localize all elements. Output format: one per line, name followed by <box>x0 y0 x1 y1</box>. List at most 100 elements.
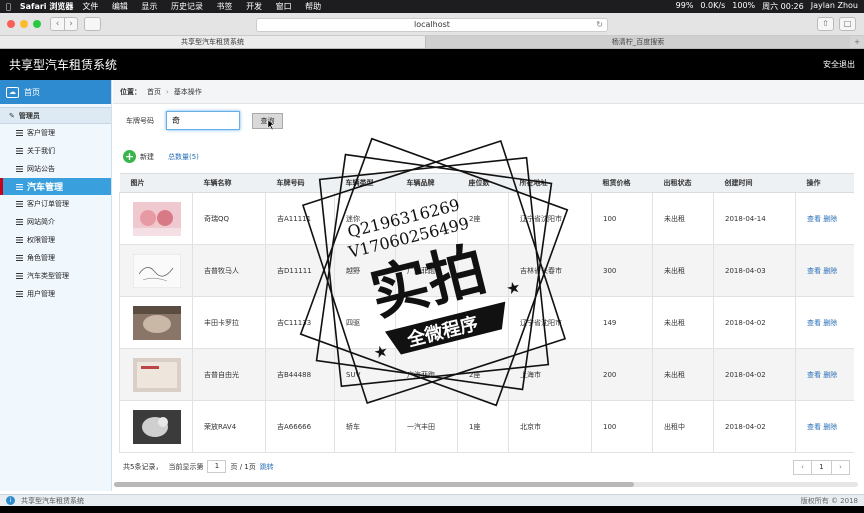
car-seats: 2座 <box>457 348 509 401</box>
apple-icon[interactable]:  <box>6 2 11 11</box>
list-icon <box>16 166 23 172</box>
view-link[interactable]: 查看 <box>807 215 821 223</box>
car-photo-cell <box>119 192 193 245</box>
sidebar-item-car-types[interactable]: 汽车类型管理 <box>0 267 111 285</box>
view-link[interactable]: 查看 <box>807 423 821 431</box>
car-photo <box>133 305 181 340</box>
sidebar-item-label: 权限管理 <box>27 236 55 244</box>
minimize-icon[interactable] <box>20 20 28 28</box>
list-icon <box>16 219 23 225</box>
col-header: 租赁价格 <box>591 173 653 193</box>
delete-link[interactable]: 删除 <box>823 267 837 275</box>
car-photo-cell <box>119 296 193 349</box>
car-status: 未出租 <box>652 192 714 245</box>
delete-link[interactable]: 删除 <box>823 423 837 431</box>
menu-edit[interactable]: 编辑 <box>112 2 128 11</box>
jump-link[interactable]: 跳转 <box>260 462 274 472</box>
row-ops: 查看 删除 <box>795 296 854 349</box>
car-photo-cell <box>119 244 193 297</box>
car-plate: 吉D11111 <box>265 244 335 297</box>
prev-page-icon[interactable]: ‹ <box>793 460 812 475</box>
sidebar-home[interactable]: ☁ 首页 <box>0 80 111 104</box>
sidebar-item-notices[interactable]: 网站公告 <box>0 160 111 178</box>
menu-help[interactable]: 帮助 <box>305 2 321 11</box>
current-text: 当前显示第 <box>168 462 204 471</box>
menu-history[interactable]: 历史记录 <box>171 2 203 11</box>
col-header: 出租状态 <box>652 173 714 193</box>
table-row: 吉普牧马人 吉D11111 越野 广汽菲跑 吉林省长春市 300 未出租 201… <box>119 244 854 297</box>
sidebar-toggle-icon[interactable] <box>84 17 101 31</box>
plate-label: 车牌号码 <box>126 116 154 125</box>
page-input[interactable]: 1 <box>207 460 227 473</box>
battery-percent[interactable]: 100% <box>732 1 755 12</box>
app-menu[interactable]: Safari 浏览器 <box>20 1 74 12</box>
plate-search-input[interactable] <box>166 111 240 130</box>
sidebar-item-orders[interactable]: 客户订单管理 <box>0 195 111 213</box>
new-button[interactable]: 新建 <box>140 152 154 162</box>
breadcrumb-home[interactable]: 首页 <box>147 87 161 97</box>
clock[interactable]: 周六 00:26 <box>762 1 804 12</box>
car-status: 出租中 <box>652 400 714 453</box>
address-bar[interactable]: localhost ↻ <box>256 18 608 32</box>
list-icon <box>16 183 23 190</box>
sidebar-item-users[interactable]: 用户管理 <box>0 285 111 303</box>
breadcrumb: 位置： 首页 › 基本操作 <box>113 80 864 104</box>
view-link[interactable]: 查看 <box>807 267 821 275</box>
logout-link[interactable]: 安全退出 <box>823 59 855 70</box>
browser-toolbar: ‹ › localhost ↻ ⇧ □ <box>0 13 864 36</box>
car-photo <box>133 409 181 444</box>
pager: ‹ 1 › <box>793 460 850 475</box>
tabs-overview-icon[interactable]: □ <box>839 17 856 31</box>
share-icon[interactable]: ⇧ <box>817 17 834 31</box>
new-tab-icon[interactable]: + <box>850 36 864 48</box>
user-name[interactable]: Jaylan Zhou <box>811 1 858 12</box>
next-page-icon[interactable]: › <box>831 460 850 475</box>
sidebar-item-roles[interactable]: 角色管理 <box>0 249 111 267</box>
horizontal-scrollbar[interactable] <box>114 482 858 487</box>
view-link[interactable]: 查看 <box>807 319 821 327</box>
col-header: 车牌号码 <box>265 173 335 193</box>
breadcrumb-separator: › <box>166 87 169 96</box>
menu-window[interactable]: 窗口 <box>276 2 292 11</box>
menu-bookmarks[interactable]: 书签 <box>217 2 233 11</box>
close-icon[interactable] <box>7 20 15 28</box>
sidebar-item-about[interactable]: 关于我们 <box>0 142 111 160</box>
car-name: 奇瑞QQ <box>192 192 266 245</box>
sidebar-item-label: 汽车管理 <box>27 183 64 193</box>
sidebar-item-cars[interactable]: 汽车管理 <box>0 178 111 195</box>
sidebar-item-label: 角色管理 <box>27 254 55 262</box>
sidebar-admin-header[interactable]: ✎ 管理员 <box>0 107 111 124</box>
tab-car-rental[interactable]: 共享型汽车租赁系统 <box>0 36 425 48</box>
sidebar: ☁ 首页 ✎ 管理员 客户管理 关于我们 网站公告 汽车管理 客户订单管理 网站… <box>0 80 112 491</box>
status-area: 99% 0.0K/s 100% 周六 00:26 Jaylan Zhou <box>676 1 858 12</box>
sidebar-item-site-intro[interactable]: 网站简介 <box>0 213 111 231</box>
menu-file[interactable]: 文件 <box>82 2 98 11</box>
add-icon[interactable]: + <box>123 150 136 163</box>
search-button[interactable]: 查询 <box>252 112 283 129</box>
sidebar-home-label: 首页 <box>24 87 40 97</box>
reload-icon[interactable]: ↻ <box>596 19 603 31</box>
delete-link[interactable]: 删除 <box>823 215 837 223</box>
car-status: 未出租 <box>652 296 714 349</box>
back-icon[interactable]: ‹ <box>51 18 64 30</box>
sidebar-item-customers[interactable]: 客户管理 <box>0 124 111 142</box>
delete-link[interactable]: 删除 <box>823 371 837 379</box>
view-link[interactable]: 查看 <box>807 371 821 379</box>
footer-copyright: 版权所有 © 2018 <box>800 496 858 505</box>
car-type: 轿车 <box>334 400 396 453</box>
car-plate: 吉C11133 <box>265 296 335 349</box>
menu-develop[interactable]: 开发 <box>246 2 262 11</box>
pager-current-page[interactable]: 1 <box>812 460 831 475</box>
sidebar-item-permissions[interactable]: 权限管理 <box>0 231 111 249</box>
menu-view[interactable]: 显示 <box>141 2 157 11</box>
col-header: 图片 <box>119 173 193 193</box>
delete-link[interactable]: 删除 <box>823 319 837 327</box>
list-icon <box>16 273 23 279</box>
car-date: 2018-04-14 <box>713 192 796 245</box>
car-type: 四驱 <box>334 296 396 349</box>
car-photo <box>133 357 181 392</box>
tab-baidu[interactable]: 杨清柠_百度搜索 <box>425 36 850 48</box>
forward-icon[interactable]: › <box>64 18 77 30</box>
zoom-icon[interactable] <box>33 20 41 28</box>
scrollbar-thumb[interactable] <box>114 482 634 487</box>
